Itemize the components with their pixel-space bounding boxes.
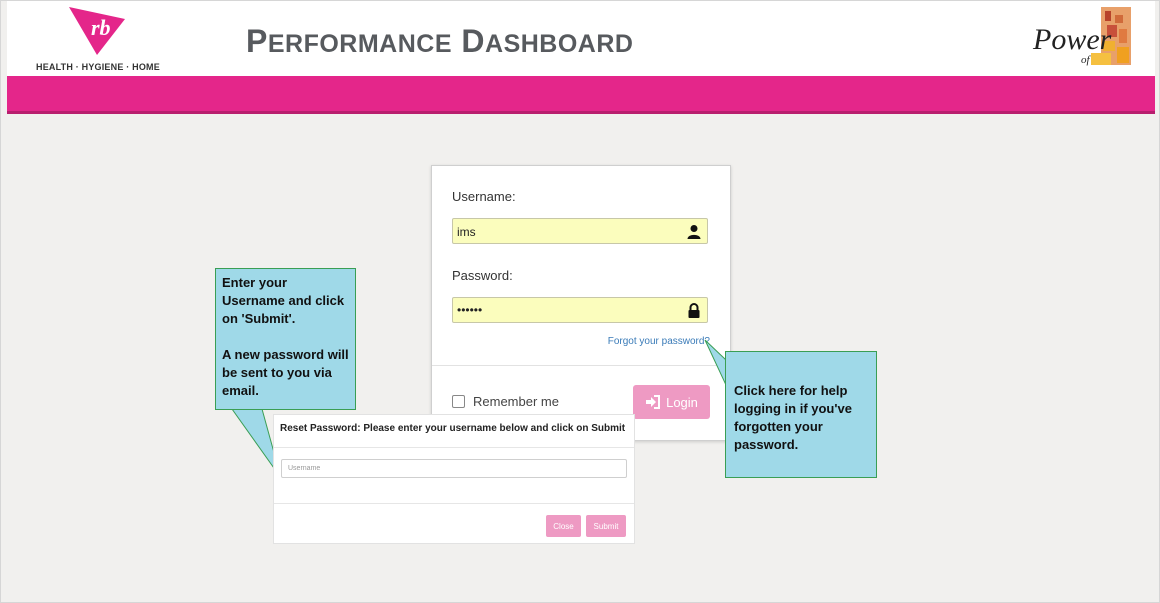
right-callout-tail [704, 339, 727, 386]
reset-password-dialog: Reset Password: Please enter your userna… [273, 414, 635, 544]
callout-text: Click here for help logging in if you've… [734, 383, 852, 452]
help-callout-forgot: Click here for help logging in if you've… [725, 351, 877, 478]
reset-username-input[interactable]: Username [281, 459, 627, 478]
callout-text: Enter your Username and click on 'Submit… [222, 275, 345, 326]
divider [274, 503, 634, 504]
submit-button[interactable]: Submit [586, 515, 626, 537]
help-callout-reset: Enter your Username and click on 'Submit… [215, 268, 356, 410]
reset-dialog-title: Reset Password: Please enter your userna… [280, 423, 626, 434]
divider [274, 447, 634, 448]
callout-text: A new password will be sent to you via e… [222, 347, 349, 398]
close-button[interactable]: Close [546, 515, 581, 537]
